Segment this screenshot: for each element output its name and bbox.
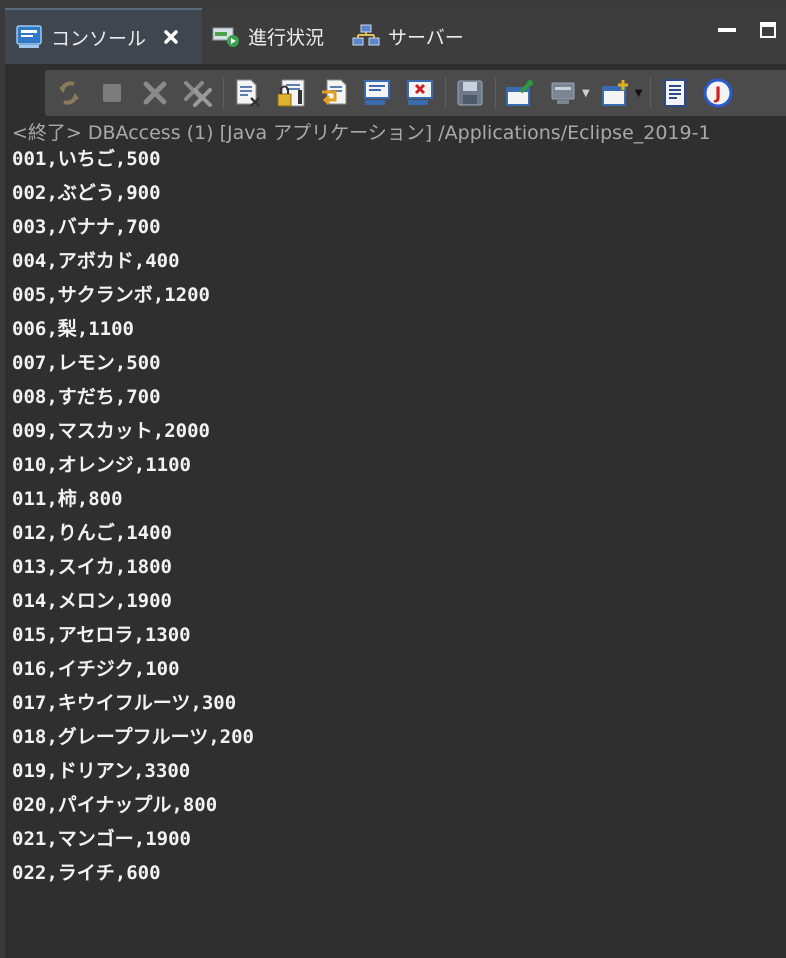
tab-servers[interactable]: サーバー [352,8,482,64]
tab-console-label: コンソール [51,27,147,50]
java-stack-trace-icon[interactable]: J [700,75,736,111]
sync-icon[interactable] [51,75,87,111]
chevron-down-icon[interactable]: ▼ [582,88,590,99]
console-line: 005,サクランボ,1200 [12,284,210,306]
toolbar-separator [650,77,652,109]
show-on-stdout-icon[interactable] [359,75,395,111]
servers-icon [352,22,380,50]
console-process-header: <終了> DBAccess (1) [Java アプリケーション] /Appli… [12,122,711,144]
pin-console-icon[interactable] [502,75,538,111]
tab-progress-label: 進行状況 [248,26,325,49]
chevron-down-icon[interactable]: ▼ [635,88,643,99]
tabbar-top-edge [5,0,786,8]
console-line: 006,梨,1100 [12,318,134,340]
console-icon [15,23,43,51]
console-line: 003,バナナ,700 [12,216,161,238]
close-icon[interactable] [160,26,182,48]
left-border [0,0,5,958]
tab-servers-label: サーバー [388,26,464,49]
console-line: 007,レモン,500 [12,352,161,374]
console-line: 010,オレンジ,1100 [12,454,191,476]
open-console-icon[interactable] [598,75,634,111]
console-line: 015,アセロラ,1300 [12,624,191,646]
console-line: 020,パイナップル,800 [12,794,218,816]
clear-console-icon[interactable] [230,75,266,111]
toolbar-area: ▼ ▼ J [5,64,786,118]
toolbar-separator [495,77,496,109]
scroll-lock-icon[interactable] [273,75,309,111]
console-line: 021,マンゴー,1900 [12,828,191,850]
console-line: 017,キウイフルーツ,300 [12,692,237,714]
terminate-icon[interactable] [94,75,130,111]
remove-launch-icon[interactable] [137,75,173,111]
console-line: 022,ライチ,600 [12,862,161,884]
console-line: 001,いちご,500 [12,148,161,170]
toolbar-separator [223,77,224,109]
console-line: 014,メロン,1900 [12,590,172,612]
console-line: 004,アボカド,400 [12,250,180,272]
console-output[interactable]: 001,いちご,500 002,ぶどう,900 003,バナナ,700 004,アボカ… [12,146,786,894]
minimize-icon[interactable] [718,28,736,32]
console-line: 011,柿,800 [12,488,123,510]
properties-icon[interactable] [657,75,693,111]
console-line: 008,すだち,700 [12,386,161,408]
svg-text:J: J [714,84,721,104]
display-console-icon[interactable] [545,75,581,111]
console-line: 009,マスカット,2000 [12,420,210,442]
tab-progress[interactable]: 進行状況 [212,8,348,64]
remove-all-terminated-icon[interactable] [180,75,216,111]
console-line: 016,イチジク,100 [12,658,180,680]
console-line: 012,りんご,1400 [12,522,172,544]
word-wrap-icon[interactable] [316,75,352,111]
toolbar-separator [445,77,446,109]
console-line: 002,ぶどう,900 [12,182,161,204]
show-on-stderr-icon[interactable] [402,75,438,111]
view-controls [718,22,776,38]
tab-console[interactable]: コンソール [5,8,202,64]
console-line: 019,ドリアン,3300 [12,760,191,782]
save-icon[interactable] [452,75,488,111]
console-toolbar: ▼ ▼ J [45,70,786,116]
console-view: コンソール 進行状況 サーバー ▼ ▼ J <終了> DBAccess (1) … [0,0,786,958]
progress-icon [212,22,240,50]
console-line: 013,スイカ,1800 [12,556,172,578]
maximize-icon[interactable] [760,22,776,38]
console-line: 018,グレープフルーツ,200 [12,726,254,748]
